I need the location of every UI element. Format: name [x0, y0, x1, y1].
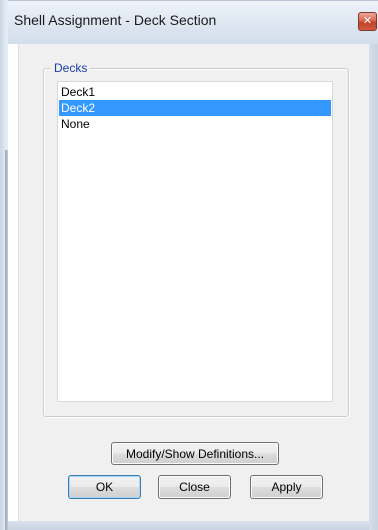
close-window-button[interactable]: ✕: [358, 12, 377, 31]
title-bar[interactable]: Shell Assignment - Deck Section ✕: [8, 0, 378, 44]
window-title: Shell Assignment - Deck Section: [14, 12, 217, 28]
ok-button[interactable]: OK: [68, 475, 141, 499]
close-button[interactable]: Close: [158, 475, 231, 499]
modify-show-definitions-button[interactable]: Modify/Show Definitions...: [111, 442, 279, 465]
list-item-deck1[interactable]: Deck1: [59, 84, 331, 100]
close-icon: ✕: [362, 15, 373, 27]
apply-button[interactable]: Apply: [250, 475, 323, 499]
decks-listbox[interactable]: Deck1 Deck2 None: [57, 81, 333, 402]
dialog-client-area: Decks Deck1 Deck2 None Modify/Show Defin…: [18, 44, 369, 521]
window-bottom-frame: [8, 521, 369, 530]
window-right-frame: [369, 44, 378, 530]
window-left-shadow: [5, 150, 8, 530]
shell-assignment-dialog: Shell Assignment - Deck Section ✕ Decks …: [0, 0, 378, 530]
decks-group-label: Decks: [51, 61, 91, 75]
list-item-deck2[interactable]: Deck2: [59, 100, 331, 116]
list-item-none[interactable]: None: [59, 116, 331, 132]
